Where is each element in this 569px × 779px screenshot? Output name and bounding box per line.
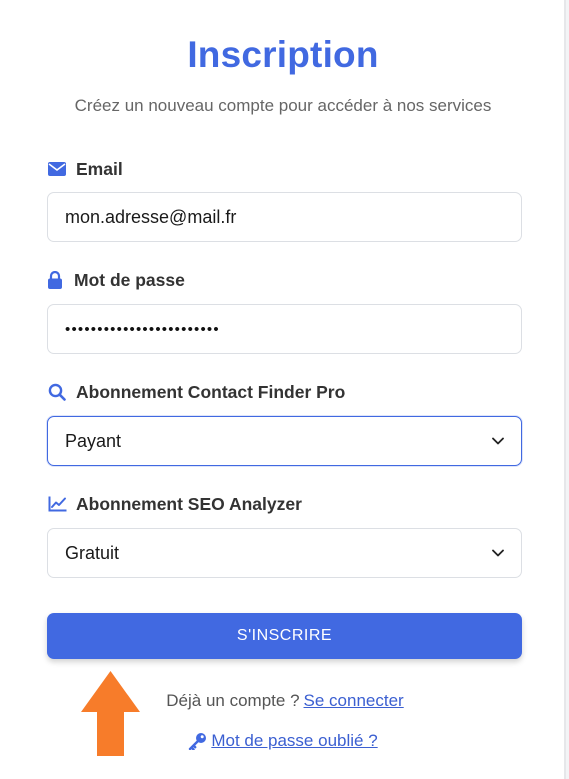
- up-arrow-icon: [81, 671, 140, 756]
- forgot-password-link[interactable]: Mot de passe oublié ?: [188, 731, 378, 751]
- contact-finder-selected: Payant: [65, 430, 122, 451]
- login-link[interactable]: Se connecter: [304, 691, 404, 710]
- seo-analyzer-label-text: Abonnement SEO Analyzer: [76, 493, 302, 514]
- seo-analyzer-selected: Gratuit: [65, 542, 120, 563]
- contact-finder-label-text: Abonnement Contact Finder Pro: [76, 381, 346, 402]
- chart-line-icon: [47, 494, 67, 514]
- signup-card: Inscription Créez un nouveau compte pour…: [0, 0, 566, 779]
- chevron-down-icon: [492, 437, 504, 445]
- contact-finder-select[interactable]: Payant: [47, 416, 522, 466]
- email-field[interactable]: mon.adresse@mail.fr: [47, 192, 522, 242]
- forgot-password-text: Mot de passe oublié ?: [211, 731, 378, 750]
- chevron-down-icon: [492, 549, 504, 557]
- page-title: Inscription: [187, 34, 379, 75]
- seo-analyzer-select[interactable]: Gratuit: [47, 528, 522, 578]
- lock-icon: [47, 270, 63, 290]
- key-icon: [188, 732, 207, 750]
- login-prompt-text: Déjà un compte ?: [166, 691, 300, 710]
- envelope-icon: [47, 159, 67, 179]
- email-label-text: Email: [76, 158, 123, 179]
- email-label: Email: [47, 157, 123, 181]
- page-subtitle: Créez un nouveau compte pour accéder à n…: [74, 96, 492, 115]
- password-value: ••••••••••••••••••••••••: [65, 320, 220, 338]
- password-label: Mot de passe: [47, 268, 185, 292]
- contact-finder-label: Abonnement Contact Finder Pro: [47, 380, 345, 404]
- signup-button[interactable]: S'INSCRIRE: [47, 613, 522, 659]
- search-icon: [47, 382, 67, 402]
- password-label-text: Mot de passe: [74, 269, 185, 290]
- email-value: mon.adresse@mail.fr: [65, 206, 237, 227]
- seo-analyzer-label: Abonnement SEO Analyzer: [47, 492, 302, 516]
- password-field[interactable]: ••••••••••••••••••••••••: [47, 304, 522, 354]
